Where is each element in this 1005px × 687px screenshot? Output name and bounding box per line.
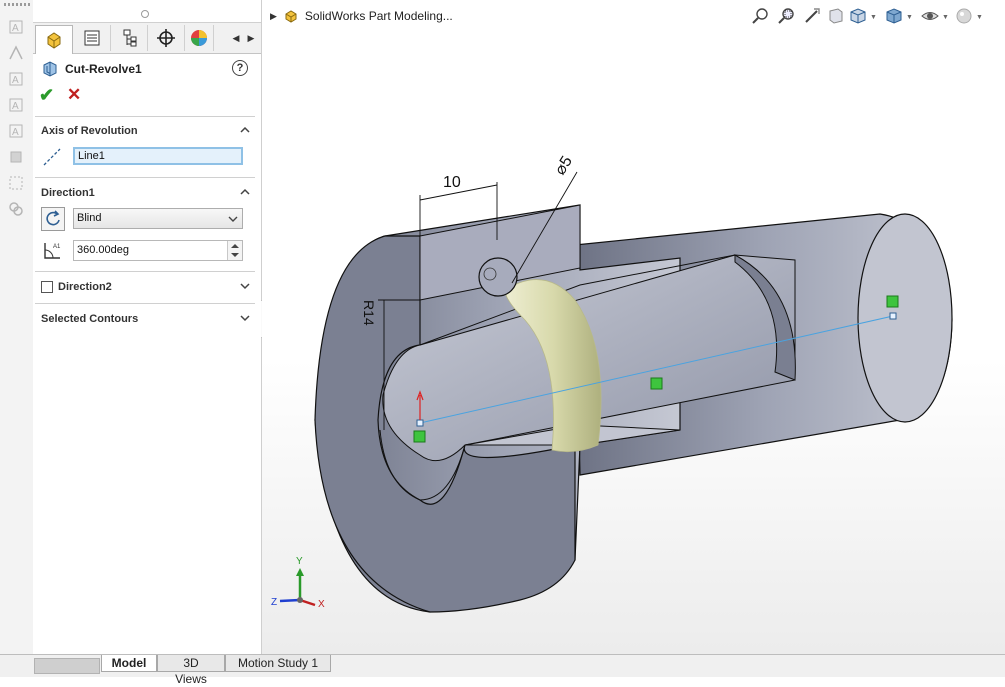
property-manager-icon xyxy=(84,30,100,46)
chevron-down-icon[interactable]: ▼ xyxy=(906,14,913,21)
chevron-down-icon[interactable] xyxy=(239,312,251,324)
tab-property-manager[interactable] xyxy=(74,25,111,51)
feature-title-label: Cut-Revolve1 xyxy=(65,62,142,76)
sketch-point[interactable] xyxy=(413,430,426,443)
previous-view-icon[interactable] xyxy=(802,6,824,28)
part-icon xyxy=(285,10,297,23)
graphics-area[interactable]: 10 ⌀5 R14 Y Z X ▶ SolidWorks Part Modeli… xyxy=(262,0,1005,654)
section-divider xyxy=(35,271,255,272)
view-triad xyxy=(279,568,316,607)
cut-revolve-icon xyxy=(43,61,57,77)
zoom-area-icon[interactable] xyxy=(776,6,798,28)
sketch-point[interactable] xyxy=(650,377,663,390)
axis-endpoint[interactable] xyxy=(889,312,897,320)
angle-value: 360.00deg xyxy=(77,244,129,256)
manager-tabs: ◀ ▶ xyxy=(33,22,261,54)
radius-dimension-label[interactable]: R14 xyxy=(361,300,377,326)
angle-spinner[interactable] xyxy=(227,241,242,260)
chevron-up-icon[interactable] xyxy=(239,186,251,198)
section-view-icon[interactable] xyxy=(826,6,848,28)
weld-symbol-icon[interactable]: A xyxy=(7,122,25,140)
tab-model[interactable]: Model xyxy=(101,655,157,672)
triad-x-label: X xyxy=(318,599,325,610)
direction1-header[interactable]: Direction1 xyxy=(41,187,95,199)
svg-text:A: A xyxy=(12,127,19,138)
triad-y-label: Y xyxy=(296,556,303,567)
svg-text:A: A xyxy=(12,23,19,34)
section-divider xyxy=(35,116,255,117)
datum-icon[interactable] xyxy=(7,148,25,166)
svg-text:A: A xyxy=(12,101,19,112)
smart-dimension-icon[interactable]: A xyxy=(7,18,25,36)
tab-motion-study-1[interactable]: Motion Study 1 xyxy=(225,655,331,672)
property-manager: ◀ ▶ Cut-Revolve1 ? ✔ ✕ Axis of Revolutio… xyxy=(33,0,262,654)
cancel-button[interactable]: ✕ xyxy=(67,86,85,104)
tab-3d-views[interactable]: 3D Views xyxy=(157,655,225,686)
chevron-down-icon[interactable] xyxy=(239,280,251,292)
end-condition-select[interactable]: Blind xyxy=(73,208,243,229)
tab-configuration-manager[interactable] xyxy=(111,25,148,51)
chevron-down-icon[interactable]: ▼ xyxy=(942,14,949,21)
panel-grip[interactable] xyxy=(141,10,149,18)
expand-caret-icon[interactable]: ▶ xyxy=(270,11,277,22)
balloon-icon[interactable]: A xyxy=(7,70,25,88)
angle-icon: A1 xyxy=(41,240,63,262)
help-button[interactable]: ? xyxy=(232,60,248,76)
svg-text:A1: A1 xyxy=(53,244,61,250)
tab-dimxpert[interactable] xyxy=(148,25,185,51)
ok-button[interactable]: ✔ xyxy=(39,86,57,104)
end-condition-value: Blind xyxy=(77,212,102,224)
angle-input[interactable]: 360.00deg xyxy=(73,240,243,261)
axis-endpoint[interactable] xyxy=(416,419,424,427)
axis-field[interactable]: Line1 xyxy=(73,147,243,165)
svg-text:A: A xyxy=(12,75,19,86)
display-style-icon[interactable] xyxy=(884,6,906,28)
hole-callout-icon[interactable] xyxy=(7,174,25,192)
direction2-checkbox[interactable] xyxy=(41,281,53,293)
feature-title: Cut-Revolve1 xyxy=(41,59,142,79)
dimxpert-icon xyxy=(157,29,175,47)
part-name-label: SolidWorks Part Modeling... xyxy=(304,9,453,23)
left-tool-strip: A A A A xyxy=(0,0,34,654)
bottom-tab-bar: Model 3D Views Motion Study 1 xyxy=(0,654,1005,686)
sketch-point[interactable] xyxy=(886,295,899,308)
triad-z-label: Z xyxy=(271,597,278,608)
view-orientation-icon[interactable] xyxy=(848,6,870,28)
link-icon[interactable] xyxy=(7,200,25,218)
direction2-header[interactable]: Direction2 xyxy=(58,281,112,293)
note-icon[interactable] xyxy=(7,44,25,62)
tabs-scroll-left-icon[interactable]: ◀ xyxy=(229,31,243,45)
tab-display-manager[interactable] xyxy=(185,25,214,51)
zoom-to-fit-icon[interactable] xyxy=(750,6,772,28)
part-model xyxy=(279,171,953,613)
axis-section-header[interactable]: Axis of Revolution xyxy=(41,125,138,137)
tabs-scroll-right-icon[interactable]: ▶ xyxy=(244,31,258,45)
width-dimension-label[interactable]: 10 xyxy=(443,174,461,192)
configuration-manager-icon xyxy=(123,29,137,47)
display-manager-icon xyxy=(191,30,207,46)
feature-manager-icon xyxy=(47,32,61,49)
chevron-down-icon xyxy=(228,216,238,222)
section-divider xyxy=(35,177,255,178)
surface-finish-icon[interactable]: A xyxy=(7,96,25,114)
chevron-down-icon[interactable]: ▼ xyxy=(976,14,983,21)
axis-icon xyxy=(41,146,63,168)
appearance-icon[interactable] xyxy=(954,6,976,28)
hide-show-icon[interactable] xyxy=(920,6,942,28)
spin-arrows-icon xyxy=(231,244,239,257)
feature-tree-flyout[interactable]: ▶ SolidWorks Part Modeling... xyxy=(270,8,453,24)
chevron-down-icon[interactable]: ▼ xyxy=(870,14,877,21)
contours-header[interactable]: Selected Contours xyxy=(41,313,138,325)
chevron-up-icon[interactable] xyxy=(239,124,251,136)
section-divider xyxy=(35,303,255,304)
tab-feature-manager[interactable] xyxy=(35,25,73,54)
grip-dots xyxy=(4,3,30,6)
tab-scroll-arrows[interactable] xyxy=(34,658,100,674)
reverse-direction-icon[interactable] xyxy=(41,207,65,231)
